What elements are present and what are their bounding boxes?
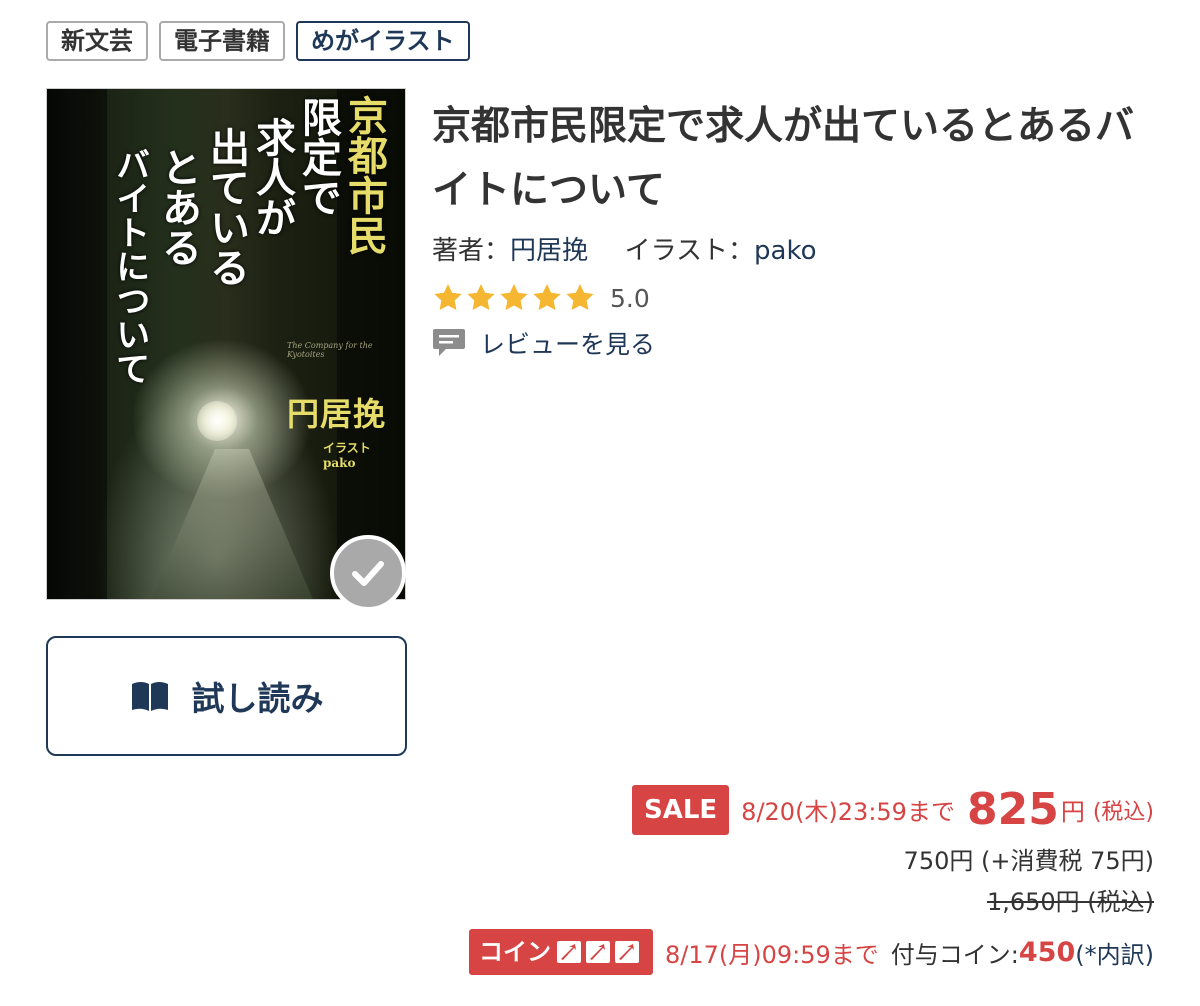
star-icon	[434, 284, 462, 310]
star-icon	[533, 284, 561, 310]
book-credits: 著者：円居挽 イラスト：pako	[432, 230, 817, 267]
rating: 5.0	[432, 282, 650, 314]
sale-badge: SALE	[631, 784, 730, 835]
tag-mega-illust[interactable]: めがイラスト	[296, 21, 470, 61]
cover-illustrator: イラスト pako	[323, 441, 371, 470]
original-price: 1,650円 (税込)	[354, 882, 1154, 917]
book-title: 京都市民限定で求人が出ているとあるバイトについて	[432, 104, 1135, 213]
sale-deadline: 8/20(木)23:59まで	[741, 798, 955, 826]
tag-ebook[interactable]: 電子書籍	[159, 21, 285, 61]
illustrator-label: イラスト：	[624, 236, 755, 266]
illustrator-link[interactable]: pako	[754, 236, 816, 266]
price-breakdown-text: 750円 (+消費税 75円)	[903, 847, 1154, 875]
original-price-text: 1,650円 (税込)	[986, 888, 1154, 916]
sale-price: 825	[966, 784, 1059, 835]
cover-english-subtitle: The Company for the Kyotoites	[287, 341, 373, 359]
star-icon	[500, 284, 528, 310]
cover-title-col-4: 出ている	[203, 127, 250, 287]
cover-title-col-1: 京都市民	[341, 95, 388, 255]
coin-breakdown-link[interactable]: (*内訳)	[1075, 935, 1154, 970]
price-breakdown: 750円 (+消費税 75円)	[354, 841, 1154, 876]
coin-badge-label: コイン	[479, 938, 551, 966]
coin-deadline: 8/17(月)09:59まで	[665, 940, 879, 969]
checkmark-icon	[352, 561, 384, 586]
cover-title-col-2: 限定で	[295, 97, 342, 217]
coin-label: 付与コイン:	[890, 940, 1019, 969]
rating-stars	[432, 282, 596, 314]
rating-score: 5.0	[610, 283, 650, 313]
review-link[interactable]: レビューを見る	[432, 325, 655, 361]
coin-row: コイン 8/17(月)09:59まで 付与コイン: 450 (*内訳)	[354, 929, 1154, 975]
star-icon	[566, 284, 594, 310]
cover-alley	[147, 449, 317, 599]
cover-lamp	[197, 401, 237, 441]
coin-badge: コイン	[469, 929, 653, 975]
cover-title-col-5: とある	[155, 147, 202, 267]
star-icon	[467, 284, 495, 310]
cover-shadow-left	[47, 89, 107, 599]
book-cover[interactable]: 京都市民 限定で 求人が 出ている とある バイトについて The Compan…	[46, 88, 406, 600]
cover-title-col-3: 求人が	[249, 117, 296, 237]
author-label: 著者：	[432, 236, 511, 266]
trial-read-label: 試し読み	[191, 679, 324, 718]
cover-author: 円居挽	[287, 395, 387, 433]
sale-price-yen: 円	[1060, 798, 1085, 826]
tag-shinbungei[interactable]: 新文芸	[46, 21, 148, 61]
cover-title-col-6: バイトについて	[109, 147, 150, 385]
sale-tax-included: (税込)	[1092, 799, 1154, 825]
trial-read-button[interactable]: 試し読み	[46, 636, 407, 756]
sale-row: SALE 8/20(木)23:59まで 825 円 (税込)	[354, 784, 1154, 835]
check-badge[interactable]	[330, 535, 406, 611]
coin-value: 450	[1018, 936, 1076, 968]
pricing-panel: SALE 8/20(木)23:59まで 825 円 (税込) 750円 (+消費…	[354, 784, 1154, 975]
genre-tags: 新文芸 電子書籍 めがイラスト	[46, 21, 470, 61]
open-book-icon	[131, 682, 168, 711]
author-link[interactable]: 円居挽	[510, 236, 588, 266]
speech-bubble-icon	[433, 329, 465, 356]
triple-arrow-icon	[557, 941, 639, 963]
review-link-label: レビューを見る	[480, 330, 656, 359]
